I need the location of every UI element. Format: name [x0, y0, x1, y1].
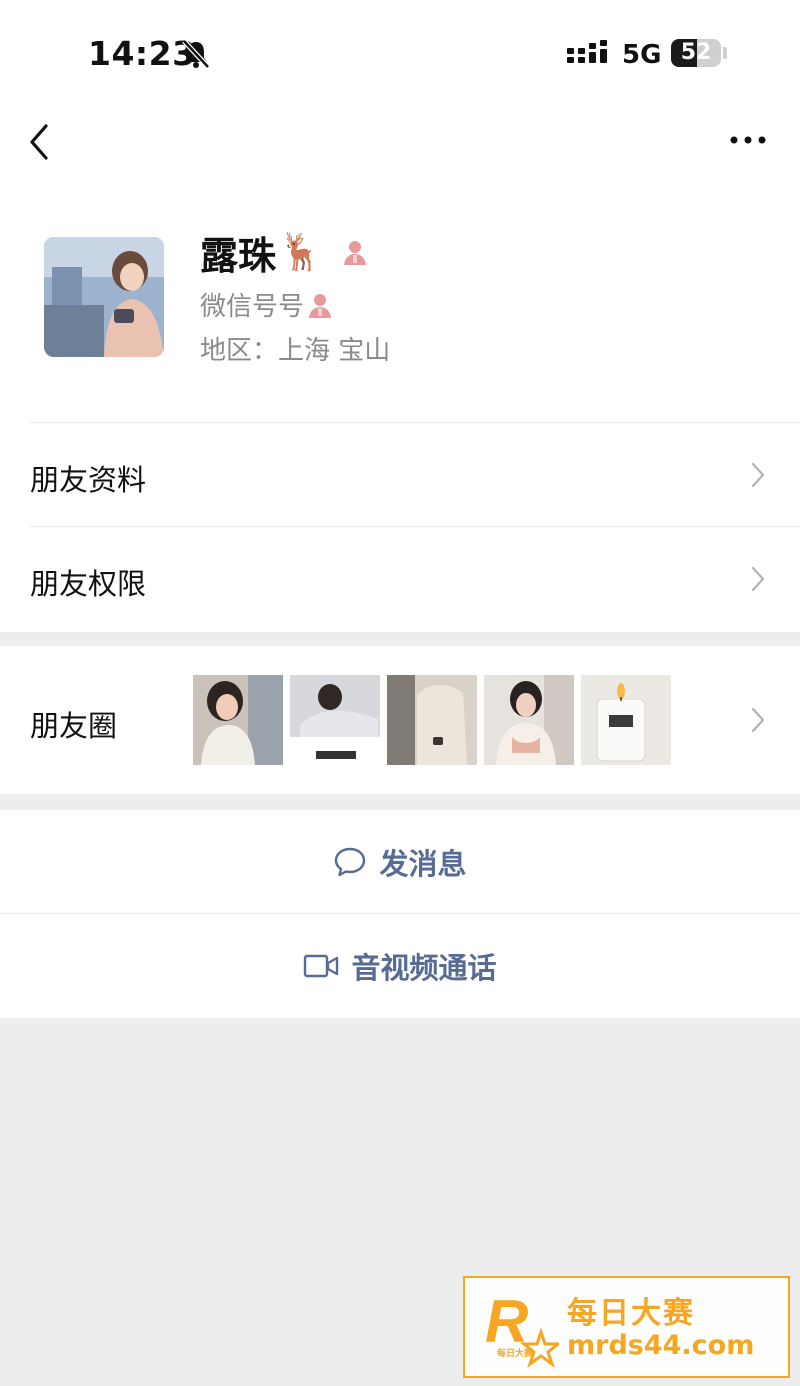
person-icon: [309, 293, 332, 318]
back-chevron-icon[interactable]: [24, 122, 56, 162]
bell-muted-icon: [182, 39, 210, 69]
battery-level: 52: [680, 40, 712, 65]
watermark: R 每日大赛 每日大赛 mrds44.com: [463, 1276, 790, 1378]
friend-permissions-row[interactable]: 朋友权限: [0, 527, 800, 631]
send-message-label: 发消息: [379, 847, 467, 881]
friend-info-label: 朋友资料: [30, 463, 147, 497]
moments-thumbnail[interactable]: [290, 675, 380, 765]
video-camera-icon: [304, 954, 339, 978]
friend-info-row[interactable]: 朋友资料: [0, 423, 800, 527]
more-dots-icon[interactable]: [728, 130, 768, 150]
battery-tip: [723, 47, 727, 59]
moments-thumbnail[interactable]: [581, 675, 671, 765]
video-call-label: 音视频通话: [351, 951, 497, 985]
wechat-id-label: 微信号号: [200, 292, 305, 322]
moments-thumbnail[interactable]: [387, 675, 477, 765]
moments-thumbnail[interactable]: [193, 675, 283, 765]
video-call-button[interactable]: 音视频通话: [0, 914, 800, 1018]
nickname: 露珠: [200, 233, 277, 278]
moments-label: 朋友圈: [30, 709, 118, 743]
chat-bubble-icon: [335, 847, 366, 877]
battery-icon: 52: [671, 39, 721, 67]
status-time: 14:23: [88, 34, 196, 73]
svg-text:R: R: [485, 1288, 528, 1355]
person-icon: [343, 241, 366, 265]
chevron-right-icon: [751, 707, 765, 733]
nickname-row: 露珠 🦌: [200, 226, 369, 278]
deer-emoji: 🦌: [278, 232, 323, 273]
send-message-button[interactable]: 发消息: [0, 810, 800, 914]
moments-thumbnail[interactable]: [484, 675, 574, 765]
moments-row[interactable]: 朋友圈: [0, 646, 800, 794]
avatar-photo: [44, 237, 164, 357]
watermark-url: mrds44.com: [567, 1330, 755, 1361]
chevron-right-icon: [751, 566, 765, 592]
network-type: 5G: [622, 40, 662, 70]
action-card: 发消息 音视频通话: [0, 810, 800, 1018]
friend-permissions-label: 朋友权限: [30, 567, 147, 601]
watermark-logo: R 每日大赛: [485, 1288, 559, 1368]
avatar[interactable]: [44, 237, 164, 357]
signal-icon: [567, 40, 607, 63]
region: 地区：上海 宝山: [200, 336, 391, 366]
watermark-title: 每日大赛: [567, 1296, 695, 1331]
chevron-right-icon: [751, 462, 765, 488]
svg-text:每日大赛: 每日大赛: [497, 1347, 534, 1359]
wechat-id: 微信号号: [200, 286, 334, 323]
